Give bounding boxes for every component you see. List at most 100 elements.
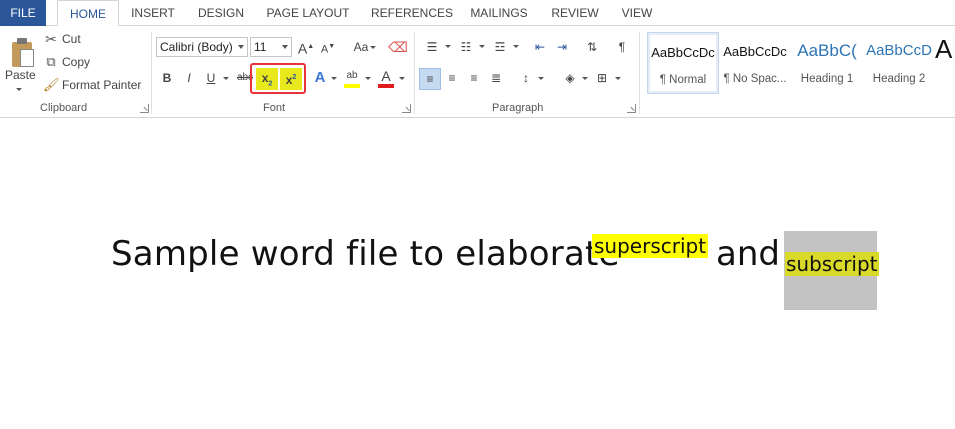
bold-button[interactable]: B (157, 68, 177, 88)
decrease-indent-button[interactable]: ⇤ (530, 37, 550, 57)
numbered-list-icon: ☷ (460, 40, 472, 54)
highlight-color-button[interactable]: ab (342, 66, 362, 88)
tab-file[interactable]: FILE (0, 0, 46, 26)
shrink-font-button[interactable]: A▼ (318, 37, 338, 57)
tab-review[interactable]: REVIEW (546, 0, 604, 26)
line-spacing-button[interactable]: ↕ (516, 68, 536, 88)
chevron-down-icon (238, 45, 244, 49)
style-sample: AaBbCcDc (723, 44, 787, 59)
style-sample: AaBbCcD (866, 42, 932, 59)
font-family-value: Calibri (Body) (160, 40, 233, 54)
font-size-value: 11 (254, 40, 267, 54)
tab-view[interactable]: VIEW (616, 0, 658, 26)
tab-insert[interactable]: INSERT (124, 0, 182, 26)
align-right-button[interactable]: ≡ (464, 68, 484, 88)
font-color-icon: A (381, 68, 391, 84)
font-launcher-icon[interactable] (402, 104, 411, 113)
style-heading-2[interactable]: AaBbCcD Heading 2 (863, 32, 935, 94)
format-painter-label: Format Painter (62, 78, 142, 92)
highlight-dropdown-icon[interactable] (365, 77, 371, 80)
borders-icon: ⊞ (596, 71, 608, 85)
paint-bucket-icon: ◈ (565, 71, 575, 85)
style-title[interactable]: A (935, 32, 955, 94)
borders-dropdown-icon[interactable] (615, 77, 621, 80)
paintbrush-icon: 🖌 (43, 77, 60, 92)
align-left-button[interactable]: ≡ (419, 68, 441, 90)
copy-label: Copy (62, 55, 91, 69)
grow-font-button[interactable]: A▲ (296, 37, 316, 57)
font-family-select[interactable]: Calibri (Body) (156, 37, 248, 57)
superscript-text[interactable]: superscript (592, 234, 709, 258)
group-divider (151, 32, 152, 114)
increase-indent-icon: ⇥ (556, 40, 568, 54)
clipboard-launcher-icon[interactable] (140, 104, 149, 113)
group-divider (414, 32, 415, 114)
tab-references[interactable]: REFERENCES (366, 0, 458, 26)
sort-icon: ⇅ (586, 40, 598, 54)
line-spacing-icon: ↕ (523, 71, 529, 85)
text-effects-button[interactable]: A (310, 68, 330, 88)
highlight-swatch (344, 84, 360, 88)
style-heading-1[interactable]: AaBbC( Heading 1 (791, 32, 863, 94)
justify-icon: ≣ (490, 71, 502, 85)
style-sample: AaBbCcDc (651, 45, 715, 60)
cut-button[interactable]: ✂ Cut (43, 30, 81, 48)
change-case-icon: Aa (353, 40, 369, 54)
annotation-highlight-box (250, 63, 306, 94)
font-color-swatch (378, 84, 394, 88)
subscript-text[interactable]: subscript (785, 252, 879, 276)
increase-indent-button[interactable]: ⇥ (552, 37, 572, 57)
paste-button[interactable]: Paste (2, 30, 38, 96)
format-painter-button[interactable]: 🖌 Format Painter (43, 76, 141, 94)
align-left-icon: ≡ (426, 72, 434, 86)
paste-label: Paste (5, 68, 36, 82)
tab-home[interactable]: HOME (57, 0, 119, 27)
line-spacing-dropdown-icon[interactable] (538, 77, 544, 80)
scissors-icon: ✂ (45, 30, 57, 47)
justify-button[interactable]: ≣ (486, 68, 506, 88)
style-normal[interactable]: AaBbCcDc ¶ Normal (647, 32, 719, 94)
change-case-button[interactable]: Aa (346, 37, 376, 57)
decrease-indent-icon: ⇤ (534, 40, 546, 54)
font-color-dropdown-icon[interactable] (399, 77, 405, 80)
paragraph-launcher-icon[interactable] (627, 104, 636, 113)
paste-dropdown-icon[interactable] (16, 88, 22, 91)
tab-design[interactable]: DESIGN (190, 0, 252, 26)
style-name: ¶ Normal (659, 74, 707, 86)
shading-button[interactable]: ◈ (560, 68, 580, 88)
highlighter-icon: ab (346, 70, 358, 81)
shading-dropdown-icon[interactable] (582, 77, 588, 80)
style-name: ¶ No Spac... (723, 73, 787, 85)
text-effects-dropdown-icon[interactable] (331, 77, 337, 80)
copy-button[interactable]: ⧉ Copy (43, 53, 90, 71)
sort-button[interactable]: ⇅ (582, 37, 602, 57)
document-main-text[interactable]: Sample word file to elaborate (111, 234, 620, 274)
bullets-dropdown-icon[interactable] (445, 45, 451, 48)
copy-icon: ⧉ (46, 54, 56, 69)
grow-font-icon: A (297, 40, 308, 57)
style-no-spacing[interactable]: AaBbCcDc ¶ No Spac... (719, 32, 791, 94)
italic-button[interactable]: I (179, 68, 199, 88)
clipboard-group-label: Clipboard (40, 102, 88, 114)
underline-dropdown-icon[interactable] (223, 77, 229, 80)
font-size-select[interactable]: 11 (250, 37, 292, 57)
tab-page-layout[interactable]: PAGE LAYOUT (262, 0, 354, 26)
borders-button[interactable]: ⊞ (592, 68, 612, 88)
font-color-button[interactable]: A (376, 66, 396, 88)
numbering-button[interactable]: ☷ (454, 37, 478, 57)
show-formatting-button[interactable]: ¶ (612, 37, 632, 57)
document-and-text[interactable]: and (716, 234, 780, 274)
align-center-icon: ≡ (448, 71, 456, 85)
bullets-button[interactable]: ☰ (420, 37, 444, 57)
multilevel-dropdown-icon[interactable] (513, 45, 519, 48)
numbering-dropdown-icon[interactable] (479, 45, 485, 48)
multilevel-list-button[interactable]: ☲ (488, 37, 512, 57)
tab-mailings[interactable]: MAILINGS (464, 0, 534, 26)
ribbon-home: Paste ✂ Cut ⧉ Copy 🖌 Format Painter Clip… (0, 26, 955, 118)
clear-formatting-icon[interactable]: ⌫ (388, 37, 408, 57)
multilevel-list-icon: ☲ (494, 40, 506, 54)
font-group-label: Font (263, 102, 286, 114)
align-center-button[interactable]: ≡ (442, 68, 462, 88)
pilcrow-icon: ¶ (618, 40, 626, 54)
underline-button[interactable]: U (201, 68, 221, 88)
